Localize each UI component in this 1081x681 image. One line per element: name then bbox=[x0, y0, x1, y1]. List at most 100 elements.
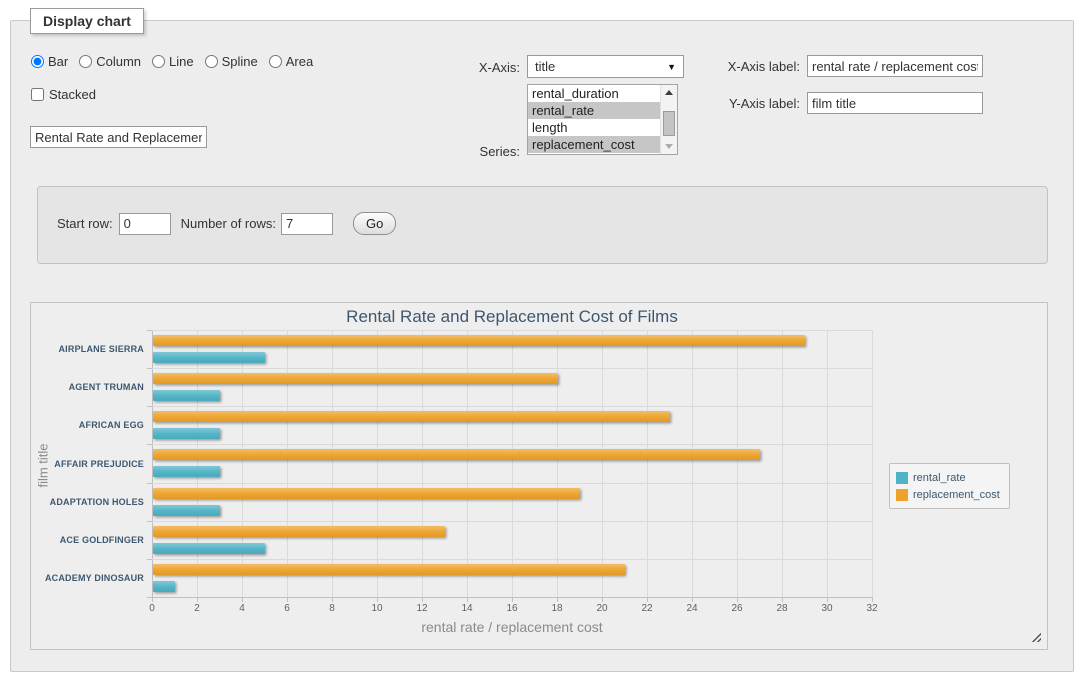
bar-replacement_cost bbox=[153, 449, 760, 460]
x-tick-label: 12 bbox=[407, 603, 437, 614]
x-tick-label: 2 bbox=[182, 603, 212, 614]
chart-type-radio-input-spline[interactable] bbox=[205, 55, 218, 68]
chart-type-radio-text: Spline bbox=[222, 54, 258, 69]
x-tick-label: 8 bbox=[317, 603, 347, 614]
chart-title: Rental Rate and Replacement Cost of Film… bbox=[152, 307, 872, 327]
start-row-label: Start row: bbox=[57, 216, 113, 231]
chart-type-radio-bar[interactable]: Bar bbox=[31, 54, 68, 69]
series-option-length[interactable]: length bbox=[528, 119, 660, 136]
scroll-down-icon[interactable] bbox=[665, 144, 673, 149]
series-option-rental_duration[interactable]: rental_duration bbox=[528, 85, 660, 102]
chart-type-radio-column[interactable]: Column bbox=[79, 54, 141, 69]
gridline-vertical bbox=[512, 330, 513, 597]
bar-rental_rate bbox=[153, 581, 175, 592]
x-axis-select-label: X-Axis: bbox=[430, 60, 520, 75]
y-tick-mark bbox=[147, 330, 152, 331]
gridline-vertical bbox=[197, 330, 198, 597]
y-tick-mark bbox=[147, 521, 152, 522]
chart-type-radio-input-bar[interactable] bbox=[31, 55, 44, 68]
bar-rental_rate bbox=[153, 428, 220, 439]
x-tick-mark bbox=[872, 597, 873, 602]
gridline-vertical bbox=[782, 330, 783, 597]
legend-item-replacement_cost[interactable]: replacement_cost bbox=[896, 486, 1000, 503]
scrollbar-thumb[interactable] bbox=[663, 111, 675, 136]
category-label: ACE GOLDFINGER bbox=[32, 535, 144, 545]
legend-item-rental_rate[interactable]: rental_rate bbox=[896, 469, 1000, 486]
series-options: rental_durationrental_ratelengthreplacem… bbox=[528, 85, 660, 154]
chart-type-radio-spline[interactable]: Spline bbox=[205, 54, 258, 69]
stacked-checkbox[interactable] bbox=[31, 88, 44, 101]
stacked-label: Stacked bbox=[49, 87, 96, 102]
y-axis-label-input[interactable] bbox=[807, 92, 983, 114]
chart-title-input[interactable] bbox=[30, 126, 207, 148]
series-option-rental_rate[interactable]: rental_rate bbox=[528, 102, 660, 119]
x-tick-label: 24 bbox=[677, 603, 707, 614]
category-label: ACADEMY DINOSAUR bbox=[32, 573, 144, 583]
y-tick-mark bbox=[147, 559, 152, 560]
legend-label: replacement_cost bbox=[913, 489, 1000, 501]
chart-container: Rental Rate and Replacement Cost of Film… bbox=[30, 302, 1048, 650]
gridline-horizontal bbox=[152, 368, 872, 369]
stacked-checkbox-row[interactable]: Stacked bbox=[31, 87, 96, 102]
series-option-replacement_cost[interactable]: replacement_cost bbox=[528, 136, 660, 153]
chart-type-radio-line[interactable]: Line bbox=[152, 54, 194, 69]
x-tick-label: 32 bbox=[857, 603, 887, 614]
x-axis-title: rental rate / replacement cost bbox=[152, 619, 872, 635]
gridline-horizontal bbox=[152, 559, 872, 560]
scroll-up-icon[interactable] bbox=[665, 90, 673, 95]
gridline-vertical bbox=[647, 330, 648, 597]
gridline-horizontal bbox=[152, 597, 872, 598]
gridline-vertical bbox=[242, 330, 243, 597]
category-label: AGENT TRUMAN bbox=[32, 382, 144, 392]
category-label: AFFAIR PREJUDICE bbox=[32, 459, 144, 469]
y-tick-mark bbox=[147, 483, 152, 484]
chart-type-radio-text: Column bbox=[96, 54, 141, 69]
bar-replacement_cost bbox=[153, 335, 805, 346]
x-tick-label: 30 bbox=[812, 603, 842, 614]
gridline-horizontal bbox=[152, 330, 872, 331]
chart-type-radio-area[interactable]: Area bbox=[269, 54, 313, 69]
bar-replacement_cost bbox=[153, 526, 445, 537]
gridline-horizontal bbox=[152, 521, 872, 522]
gridline-vertical bbox=[827, 330, 828, 597]
bar-rental_rate bbox=[153, 543, 265, 554]
go-button[interactable]: Go bbox=[353, 212, 396, 235]
x-tick-label: 22 bbox=[632, 603, 662, 614]
x-tick-label: 28 bbox=[767, 603, 797, 614]
x-tick-label: 0 bbox=[137, 603, 167, 614]
x-axis-select[interactable]: title ▼ bbox=[527, 55, 684, 78]
gridline-vertical bbox=[467, 330, 468, 597]
x-axis-label-input[interactable] bbox=[807, 55, 983, 77]
x-axis-label-caption: X-Axis label: bbox=[700, 59, 800, 74]
chart-type-radio-input-column[interactable] bbox=[79, 55, 92, 68]
x-tick-label: 6 bbox=[272, 603, 302, 614]
gridline-vertical bbox=[287, 330, 288, 597]
bar-replacement_cost bbox=[153, 564, 625, 575]
chart-type-radio-input-line[interactable] bbox=[152, 55, 165, 68]
bar-replacement_cost bbox=[153, 411, 670, 422]
legend-label: rental_rate bbox=[913, 472, 966, 484]
y-tick-mark bbox=[147, 368, 152, 369]
series-multiselect[interactable]: rental_durationrental_ratelengthreplacem… bbox=[527, 84, 678, 155]
chart-type-radio-input-area[interactable] bbox=[269, 55, 282, 68]
start-row-input[interactable] bbox=[119, 213, 171, 235]
rows-controls: Start row: Number of rows: Go bbox=[57, 212, 396, 235]
x-tick-label: 16 bbox=[497, 603, 527, 614]
series-list-label: Series: bbox=[430, 144, 520, 159]
gridline-vertical bbox=[602, 330, 603, 597]
gridline-vertical bbox=[737, 330, 738, 597]
series-scrollbar[interactable] bbox=[660, 85, 677, 154]
x-tick-label: 18 bbox=[542, 603, 572, 614]
x-tick-label: 26 bbox=[722, 603, 752, 614]
gridline-vertical bbox=[692, 330, 693, 597]
fieldset-legend: Display chart bbox=[30, 8, 144, 34]
x-tick-label: 20 bbox=[587, 603, 617, 614]
resize-handle-icon[interactable] bbox=[1030, 631, 1041, 642]
number-of-rows-input[interactable] bbox=[281, 213, 333, 235]
chevron-down-icon: ▼ bbox=[667, 62, 676, 72]
gridline-vertical bbox=[152, 330, 153, 597]
x-axis-selected-value: title bbox=[535, 59, 555, 74]
x-tick-label: 10 bbox=[362, 603, 392, 614]
bar-rental_rate bbox=[153, 466, 220, 477]
gridline-horizontal bbox=[152, 483, 872, 484]
